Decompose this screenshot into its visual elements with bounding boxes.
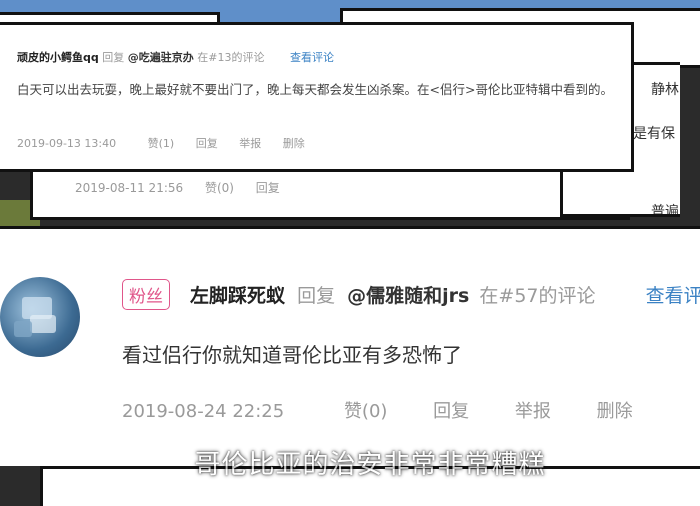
partial-text: 普遍 bbox=[651, 204, 679, 217]
view-comment-link[interactable]: 查看评论 bbox=[290, 51, 334, 64]
report-button[interactable]: 举报 bbox=[239, 137, 261, 150]
reply-label: 回复 bbox=[297, 285, 336, 307]
delete-button[interactable]: 删除 bbox=[283, 137, 305, 150]
comment-time: 2019-09-13 13:40 bbox=[17, 137, 117, 150]
avatar-image bbox=[14, 297, 56, 337]
delete-button[interactable]: 删除 bbox=[597, 401, 633, 422]
mention-link[interactable]: @吃遍驻京办 bbox=[128, 51, 194, 64]
comment-text: 白天可以出去玩耍，晚上最好就不要出门了，晚上每天都会发生凶杀案。在<侣行>哥伦比… bbox=[17, 82, 613, 97]
report-button[interactable]: 举报 bbox=[515, 401, 551, 422]
reply-button[interactable]: 回复 bbox=[256, 181, 280, 195]
reply-button[interactable]: 回复 bbox=[433, 401, 469, 422]
video-subtitle: 哥伦比亚的治安非常非常糟糕 bbox=[194, 450, 546, 480]
avatar[interactable] bbox=[0, 277, 80, 357]
comment-card-front: 顽皮的小鳄鱼qq 回复 @吃遍驻京办 在#13的评论 查看评论 白天可以出去玩耍… bbox=[0, 22, 634, 172]
comment-time: 2019-08-11 21:56 bbox=[75, 181, 184, 195]
reply-label: 回复 bbox=[102, 51, 125, 64]
reply-button[interactable]: 回复 bbox=[196, 137, 218, 150]
like-button[interactable]: 赞(0) bbox=[205, 181, 234, 195]
comment-time: 2019-08-24 22:25 bbox=[122, 401, 285, 422]
partial-text: 静林 bbox=[651, 82, 679, 98]
floor-label: 在#13的评论 bbox=[197, 51, 265, 64]
mention-link[interactable]: @儒雅随和jrs bbox=[347, 285, 469, 307]
comment-text: 看过侣行你就知道哥伦比亚有多恐怖了 bbox=[122, 343, 462, 367]
view-comment-link[interactable]: 查看评 bbox=[646, 285, 700, 307]
fan-badge: 粉丝 bbox=[122, 279, 170, 310]
like-button[interactable]: 赞(1) bbox=[148, 137, 175, 150]
like-button[interactable]: 赞(0) bbox=[344, 401, 388, 422]
username[interactable]: 左脚踩死蚁 bbox=[190, 285, 285, 307]
comment-card-main: 粉丝 左脚踩死蚁 回复 @儒雅随和jrs 在#57的评论 查看评 看过侣行你就知… bbox=[0, 226, 700, 466]
partial-text: 是有保 bbox=[633, 126, 675, 142]
username[interactable]: 顽皮的小鳄鱼qq bbox=[17, 51, 99, 64]
floor-label: 在#57的评论 bbox=[479, 285, 596, 307]
